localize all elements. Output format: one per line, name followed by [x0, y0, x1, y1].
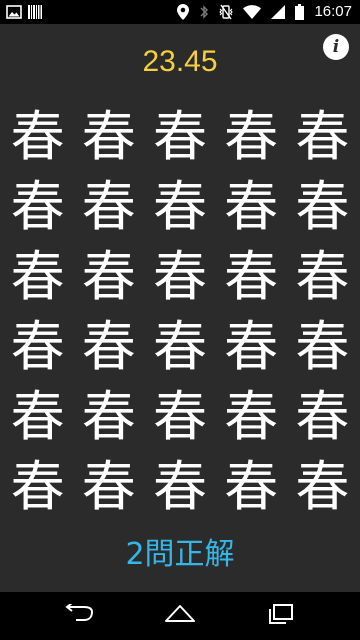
back-icon	[62, 602, 98, 628]
grid-cell[interactable]: 春	[287, 382, 358, 452]
grid-cell[interactable]: 春	[216, 312, 287, 382]
location-icon	[177, 4, 190, 20]
recents-icon	[265, 602, 295, 630]
info-button[interactable]: i	[323, 34, 349, 60]
grid-cell[interactable]: 春	[2, 242, 73, 312]
status-time: 16:07	[314, 3, 352, 20]
home-icon	[163, 603, 197, 629]
grid-cell[interactable]: 春	[144, 382, 215, 452]
grid-cell[interactable]: 春	[216, 172, 287, 242]
grid-cell[interactable]: 春	[2, 452, 73, 522]
grid-cell[interactable]: 春	[287, 312, 358, 382]
wifi-icon	[243, 5, 262, 19]
game-area: 23.45 i 春 春 春 春 春 春 春 春 春 春 春 春 春 春 春 春 …	[0, 24, 360, 592]
grid-cell[interactable]: 春	[144, 452, 215, 522]
grid-cell[interactable]: 春	[73, 312, 144, 382]
grid-cell[interactable]: 春	[216, 452, 287, 522]
grid-cell[interactable]: 春	[287, 102, 358, 172]
navigation-bar	[0, 592, 360, 640]
grid-cell[interactable]: 春	[2, 102, 73, 172]
barcode-icon	[28, 5, 42, 19]
grid-cell[interactable]: 春	[216, 382, 287, 452]
grid-cell[interactable]: 春	[216, 242, 287, 312]
grid-cell[interactable]: 春	[73, 382, 144, 452]
grid-cell[interactable]: 春	[287, 452, 358, 522]
grid-cell[interactable]: 春	[144, 102, 215, 172]
grid-cell[interactable]: 春	[287, 242, 358, 312]
recents-button[interactable]	[244, 592, 316, 640]
grid-cell[interactable]: 春	[216, 102, 287, 172]
grid-cell[interactable]: 春	[73, 102, 144, 172]
grid-cell[interactable]: 春	[2, 312, 73, 382]
grid-cell[interactable]: 春	[73, 172, 144, 242]
grid-cell[interactable]: 春	[2, 382, 73, 452]
bluetooth-icon	[199, 4, 209, 20]
vibrate-icon	[219, 4, 234, 20]
grid-cell[interactable]: 春	[144, 242, 215, 312]
status-bar: 16:07	[0, 0, 360, 24]
grid-cell[interactable]: 春	[73, 452, 144, 522]
home-button[interactable]	[144, 592, 216, 640]
signal-icon	[271, 5, 286, 19]
grid-cell[interactable]: 春	[144, 312, 215, 382]
character-grid: 春 春 春 春 春 春 春 春 春 春 春 春 春 春 春 春 春 春 春 春 …	[2, 102, 358, 534]
back-button[interactable]	[44, 592, 116, 640]
grid-cell[interactable]: 春	[73, 242, 144, 312]
info-icon: i	[332, 36, 340, 57]
grid-cell[interactable]: 春	[144, 172, 215, 242]
timer: 23.45	[142, 45, 218, 78]
image-icon	[6, 5, 22, 19]
grid-cell[interactable]: 春	[287, 172, 358, 242]
battery-icon	[295, 4, 305, 20]
correct-count: 2問正解	[125, 537, 235, 572]
grid-cell[interactable]: 春	[2, 172, 73, 242]
